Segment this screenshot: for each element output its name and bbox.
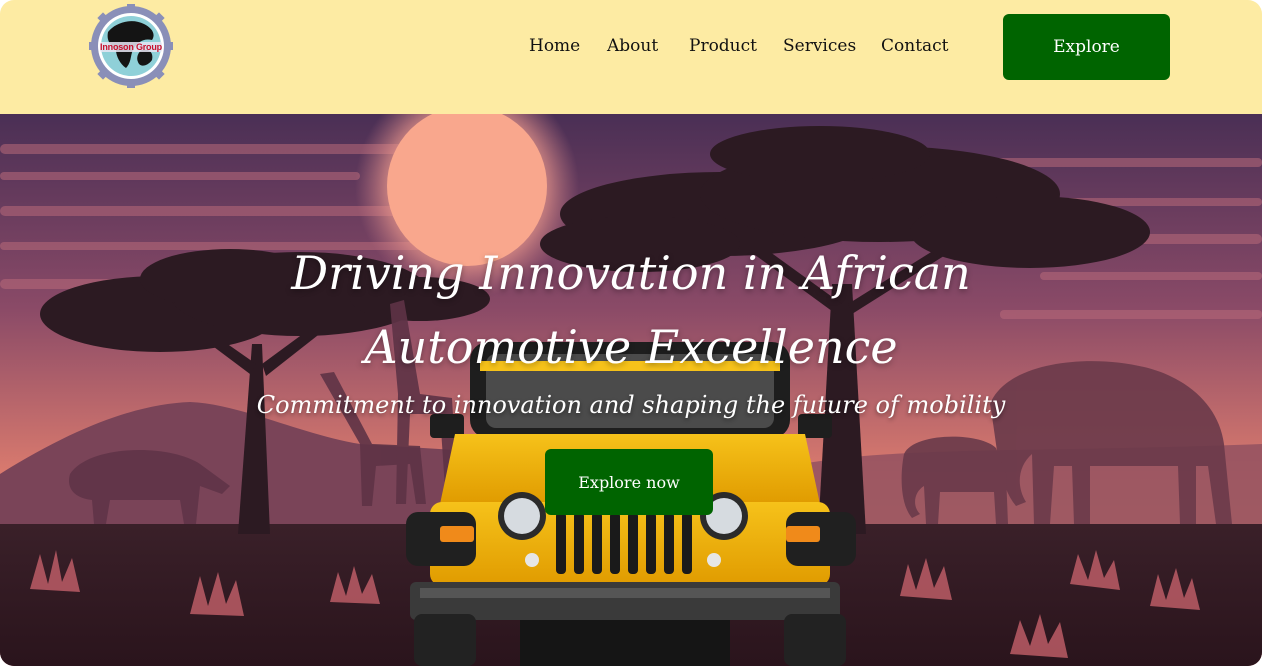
hero-title-line-2: Automotive Excellence bbox=[364, 320, 898, 374]
logo-text: Innoson Group bbox=[100, 42, 162, 52]
hero-title-line-1: Driving Innovation in African bbox=[291, 246, 971, 300]
page-frame: Innoson Group Home About Product Service… bbox=[0, 0, 1262, 666]
explore-button[interactable]: Explore bbox=[1003, 14, 1170, 80]
nav-services[interactable]: Services bbox=[783, 36, 856, 56]
nav-home[interactable]: Home bbox=[529, 36, 580, 56]
brand-logo[interactable]: Innoson Group bbox=[86, 4, 176, 88]
nav-product[interactable]: Product bbox=[689, 36, 757, 56]
nav-contact[interactable]: Contact bbox=[881, 36, 949, 56]
hero-subtitle: Commitment to innovation and shaping the… bbox=[256, 391, 1006, 419]
african-savanna-jeep-illustration-icon bbox=[0, 114, 1262, 666]
hero-section: Driving Innovation in African Automotive… bbox=[0, 114, 1262, 666]
explore-now-button[interactable]: Explore now bbox=[545, 449, 713, 515]
site-header: Innoson Group Home About Product Service… bbox=[0, 0, 1262, 114]
nav-about[interactable]: About bbox=[607, 36, 658, 56]
